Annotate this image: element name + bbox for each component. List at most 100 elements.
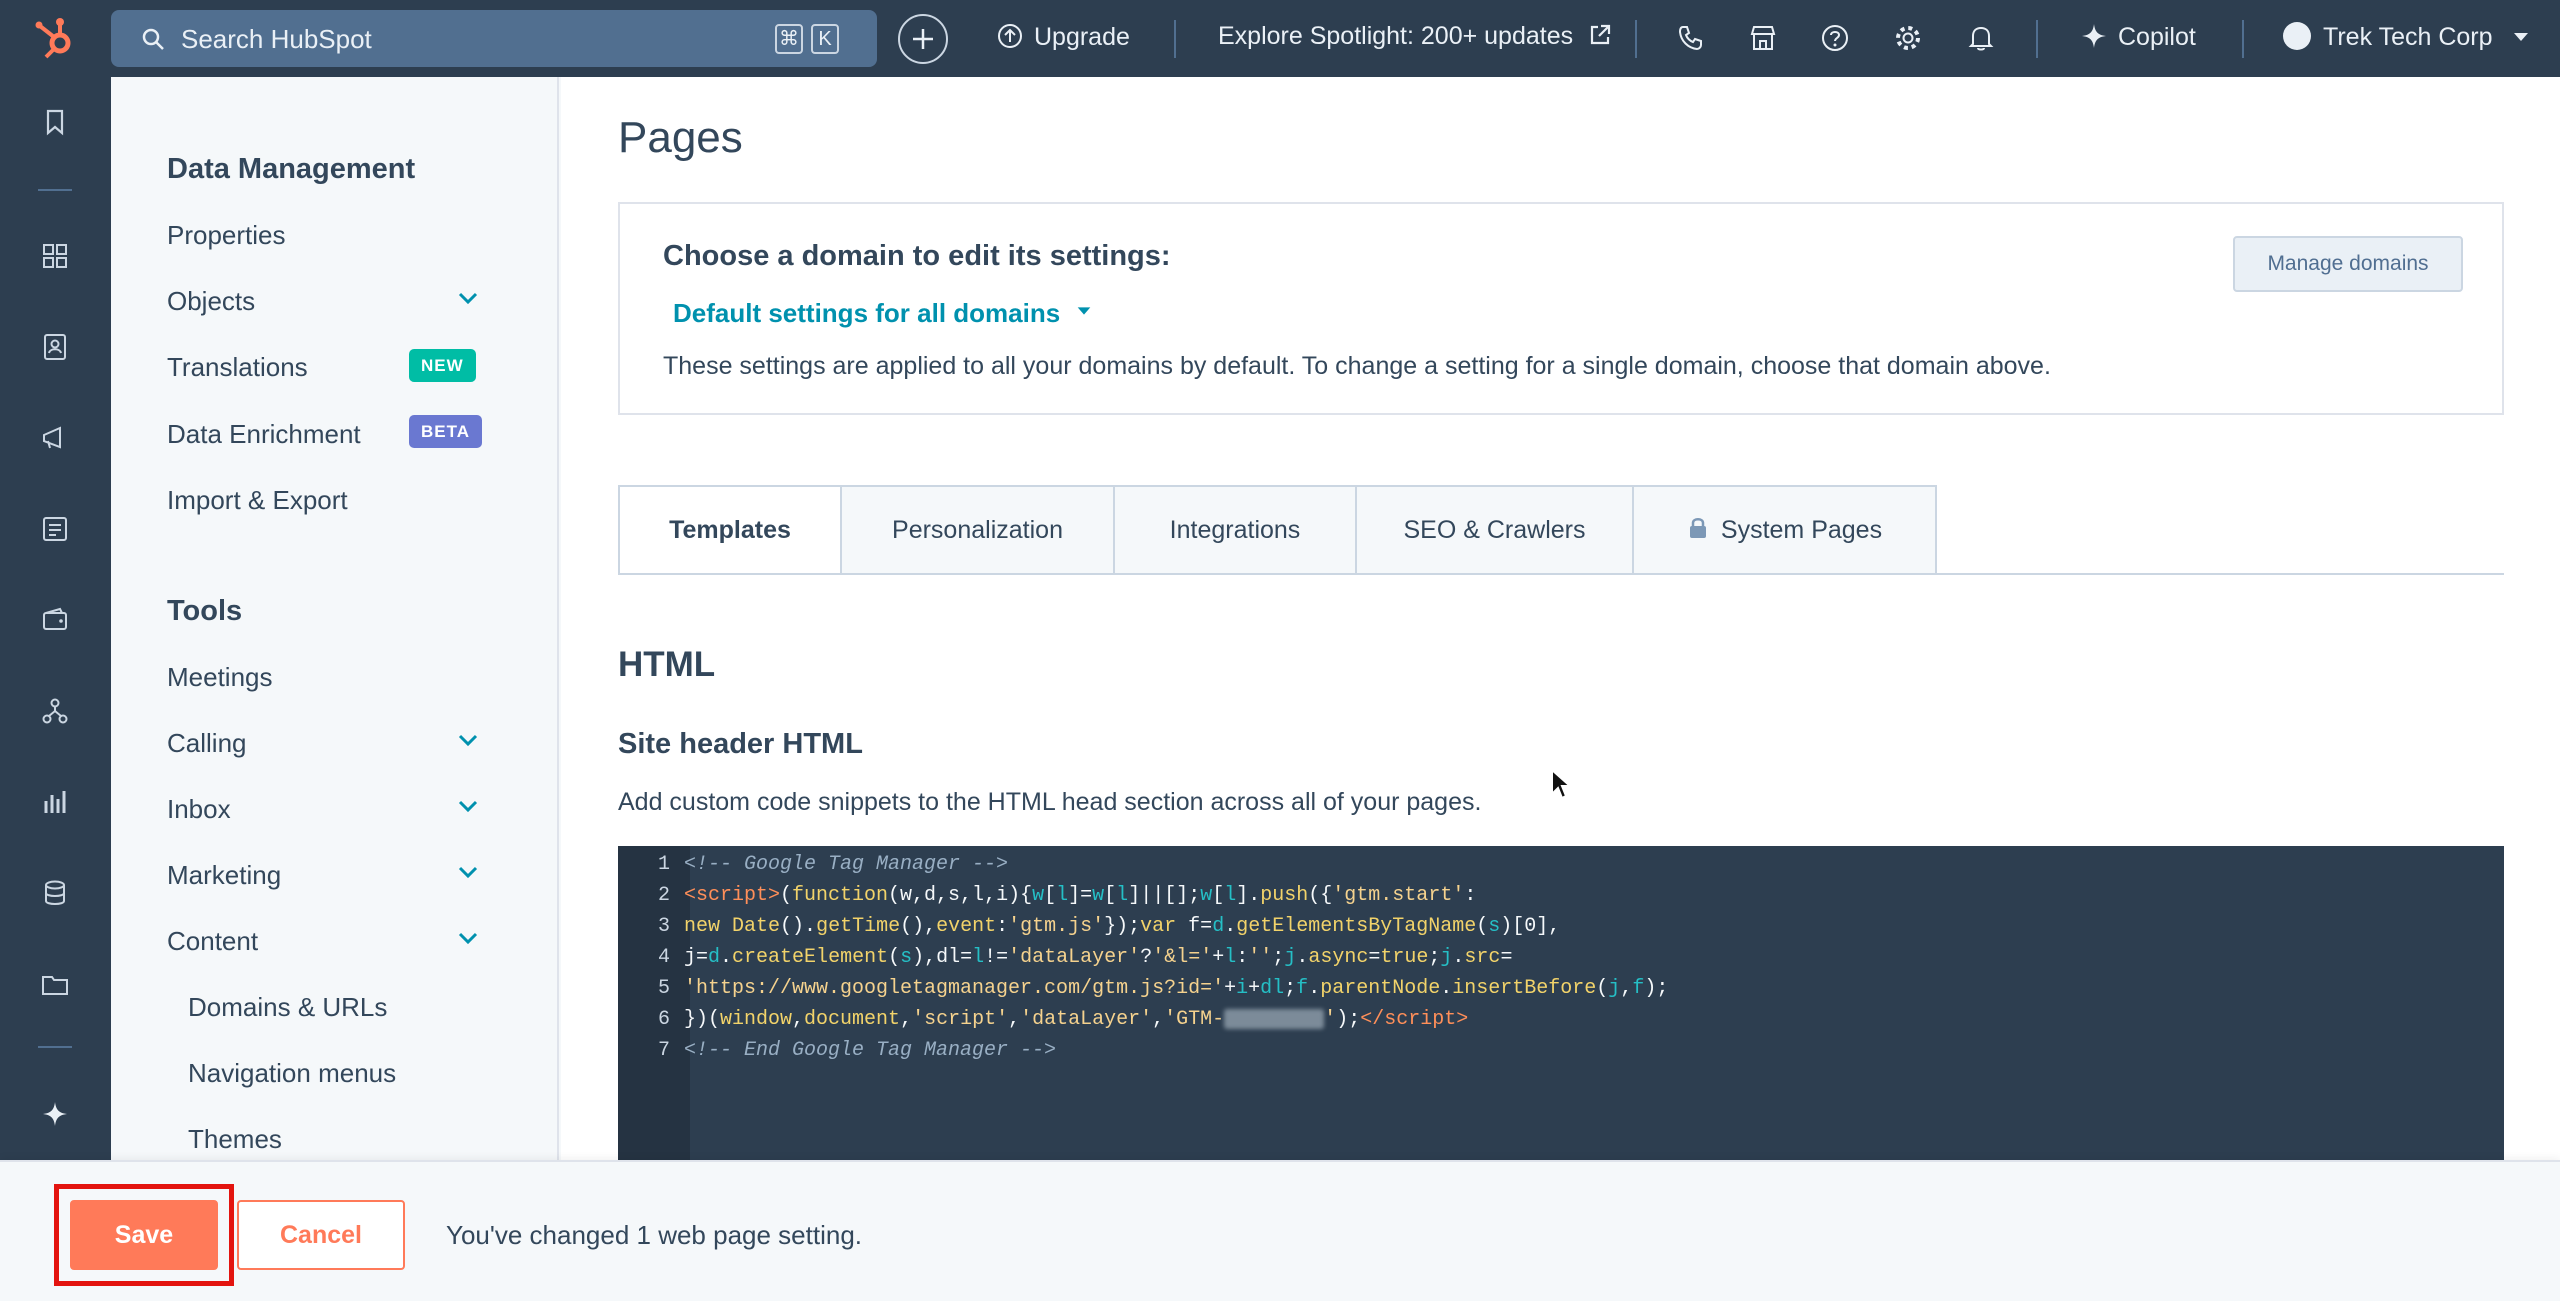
workspaces-grid-icon[interactable] [40, 241, 70, 271]
sidebar-item-navigation-menus[interactable]: Navigation menus [188, 1058, 396, 1089]
plus-icon [913, 29, 933, 49]
tab-templates[interactable]: Templates [618, 485, 842, 575]
upgrade-link[interactable]: Upgrade [996, 22, 1130, 52]
shortcut-k-key: K [811, 24, 839, 54]
automation-icon[interactable] [40, 696, 70, 726]
tab-seo-crawlers[interactable]: SEO & Crawlers [1355, 485, 1634, 575]
spotlight-link[interactable]: Explore Spotlight: 200+ updates [1218, 22, 1612, 51]
caret-down-icon [2514, 33, 2529, 41]
code-line: 7 <!-- End Google Tag Manager --> [657, 1039, 1057, 1062]
tabs-divider [618, 573, 2504, 575]
chevron-down-icon[interactable] [453, 791, 483, 821]
commerce-wallet-icon[interactable] [40, 605, 70, 635]
caret-down-icon [1078, 307, 1091, 315]
redacted-gtm-id [1224, 1008, 1325, 1029]
sidebar-section-tools: Tools [167, 595, 243, 627]
sidebar-item-calling[interactable]: Calling [167, 728, 247, 759]
save-button[interactable]: Save [70, 1200, 218, 1270]
code-line: 6})(window,document,'script','dataLayer'… [657, 1008, 1469, 1031]
tab-system-pages-label: System Pages [1720, 516, 1883, 544]
topbar-divider [2036, 20, 2038, 58]
marketing-megaphone-icon[interactable] [40, 423, 70, 453]
shortcut-cmd-key: ⌘ [775, 24, 803, 54]
manage-domains-button[interactable]: Manage domains [2233, 236, 2463, 292]
sidebar-item-meetings[interactable]: Meetings [167, 662, 273, 693]
rail-divider [38, 189, 72, 191]
sidebar-item-translations[interactable]: Translations [167, 352, 308, 383]
sidebar-section-data-management: Data Management [167, 153, 416, 185]
code-line: 3 new Date().getTime(),event:'gtm.js'});v… [657, 915, 1561, 938]
tab-personalization[interactable]: Personalization [840, 485, 1115, 575]
top-navigation-bar: Search HubSpot ⌘ K Upgrade Explore Spotl… [0, 0, 2560, 77]
data-management-database-icon[interactable] [40, 878, 70, 908]
tab-system-pages[interactable]: System Pages [1632, 485, 1937, 575]
code-line: 5'https://www.googletagmanager.com/gtm.j… [657, 977, 1669, 1000]
library-folder-icon[interactable] [40, 969, 70, 999]
sidebar-item-marketing[interactable]: Marketing [167, 860, 281, 891]
sidebar-item-import-export[interactable]: Import & Export [167, 485, 348, 516]
chevron-down-icon[interactable] [453, 283, 483, 313]
site-header-html-description: Add custom code snippets to the HTML hea… [618, 788, 1482, 816]
topbar-divider [1174, 20, 1176, 58]
main-content: Pages Choose a domain to edit its settin… [561, 77, 2560, 1301]
sidebar-item-inbox[interactable]: Inbox [167, 794, 231, 825]
chevron-down-icon[interactable] [453, 725, 483, 755]
reporting-bar-chart-icon[interactable] [40, 787, 70, 817]
topbar-divider [2242, 20, 2244, 58]
chevron-down-icon[interactable] [453, 857, 483, 887]
new-badge: NEW [409, 349, 476, 382]
upgrade-label: Upgrade [1034, 23, 1130, 51]
tab-integrations[interactable]: Integrations [1113, 485, 1357, 575]
code-line: 4 j=d.createElement(s),dl=l!='dataLayer'?… [657, 946, 1513, 969]
settings-gear-icon[interactable] [1893, 23, 1923, 53]
copilot-label: Copilot [2118, 23, 2196, 51]
page-title: Pages [618, 113, 743, 162]
beta-badge: BETA [409, 415, 483, 448]
account-name: Trek Tech Corp [2323, 23, 2493, 51]
bookmark-icon[interactable] [40, 107, 70, 137]
chevron-down-icon[interactable] [453, 923, 483, 953]
sidebar-item-domains-urls[interactable]: Domains & URLs [188, 992, 387, 1023]
lock-icon [1689, 518, 1706, 538]
notifications-bell-icon[interactable] [1966, 23, 1996, 53]
left-nav-rail [0, 77, 111, 1301]
search-icon [142, 28, 164, 50]
rail-divider [38, 1046, 72, 1048]
breeze-sparkle-icon[interactable] [40, 1099, 70, 1129]
hubspot-logo-icon[interactable] [30, 14, 80, 64]
spotlight-label: Explore Spotlight: 200+ updates [1218, 22, 1574, 50]
topbar-divider [1635, 20, 1637, 58]
copilot-button[interactable]: Copilot [2080, 22, 2196, 52]
phone-icon[interactable] [1676, 23, 1706, 53]
settings-sidebar: Data Management Properties Objects Trans… [111, 77, 559, 1301]
sidebar-item-objects[interactable]: Objects [167, 286, 255, 317]
contacts-icon[interactable] [40, 332, 70, 362]
code-line: 1 <!-- Google Tag Manager --> [657, 853, 1009, 876]
html-section-heading: HTML [618, 645, 716, 684]
sidebar-item-content[interactable]: Content [167, 926, 258, 957]
domain-description: These settings are applied to all your d… [663, 352, 2051, 380]
create-new-button[interactable] [898, 14, 948, 64]
domain-heading: Choose a domain to edit its settings: [663, 240, 1171, 272]
domain-dropdown-value: Default settings for all domains [673, 298, 1061, 328]
cancel-button[interactable]: Cancel [237, 1200, 405, 1270]
external-link-icon [1590, 24, 1611, 45]
upgrade-arrow-icon [998, 24, 1022, 48]
copilot-sparkle-icon [2082, 24, 2106, 48]
mouse-cursor-icon [1551, 768, 1572, 800]
sidebar-item-data-enrichment[interactable]: Data Enrichment [167, 419, 361, 450]
unsaved-changes-bar: Save Cancel You've changed 1 web page se… [0, 1160, 2560, 1301]
help-icon[interactable] [1820, 23, 1850, 53]
code-line: 2 <script>(function(w,d,s,l,i){w[l]=w[l]|… [657, 884, 1477, 907]
domain-settings-card: Choose a domain to edit its settings: De… [618, 202, 2504, 415]
marketplace-icon[interactable] [1748, 23, 1778, 53]
search-placeholder: Search HubSpot [181, 24, 372, 54]
account-menu[interactable]: Trek Tech Corp [2283, 22, 2531, 52]
content-icon[interactable] [40, 514, 70, 544]
search-bar[interactable]: Search HubSpot ⌘ K [111, 10, 877, 67]
sidebar-item-properties[interactable]: Properties [167, 220, 286, 251]
site-header-html-heading: Site header HTML [618, 728, 863, 760]
unsaved-changes-message: You've changed 1 web page setting. [446, 1220, 862, 1250]
domain-dropdown[interactable]: Default settings for all domains [673, 298, 1093, 329]
sidebar-item-themes[interactable]: Themes [188, 1124, 282, 1155]
